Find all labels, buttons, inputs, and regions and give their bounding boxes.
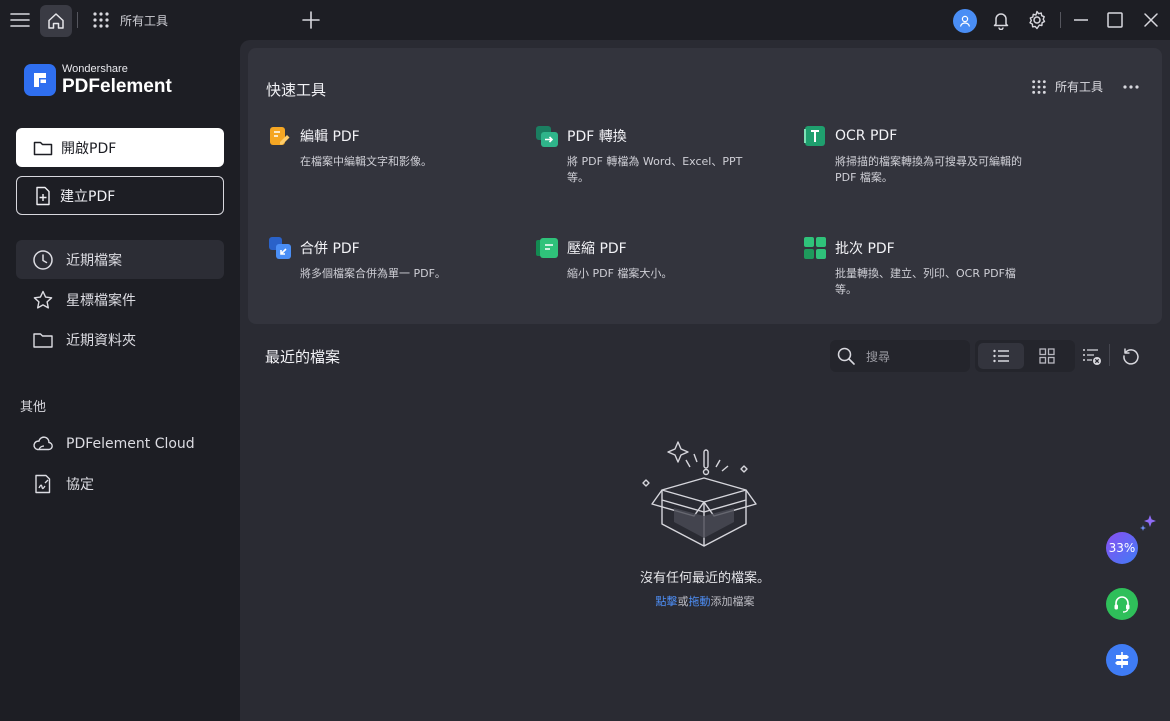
tool-convert-pdf[interactable]: PDF 轉換 將 PDF 轉檔為 Word、Excel、PPT 等。 [535,124,785,186]
tool-description: 將掃描的檔案轉換為可搜尋及可編輯的 PDF 檔案。 [835,155,1022,184]
close-icon[interactable] [1139,8,1163,32]
search-input[interactable]: 搜尋 [866,348,890,365]
tool-name: PDF 轉換 [567,129,627,145]
batch-pdf-icon [803,236,827,260]
ocr-pdf-icon [803,124,827,148]
maximize-icon[interactable] [1103,8,1127,32]
titlebar-divider [77,12,78,28]
search-box[interactable]: 搜尋 [830,340,970,372]
list-view-button[interactable] [978,343,1024,369]
tool-ocr-pdf[interactable]: OCR PDF 將掃描的檔案轉換為可搜尋及可編輯的 PDF 檔案。 [803,124,1053,186]
tool-compress-pdf[interactable]: 壓縮 PDF 縮小 PDF 檔案大小。 [535,236,785,282]
section-label-other: 其他 [20,400,47,415]
recent-files-title: 最近的檔案 [265,348,341,366]
grid-dots-icon [1032,79,1046,94]
agreement-icon [35,474,51,493]
edit-pdf-icon [268,124,292,148]
new-tab-plus-icon[interactable] [298,7,324,33]
cloud-icon [33,435,53,450]
empty-state-hint: 點擊或拖動添加檔案 [240,593,1170,609]
quick-tools-all-tools-button[interactable]: 所有工具 [1031,78,1103,95]
file-plus-icon [36,186,50,205]
tool-merge-pdf[interactable]: 合併 PDF 將多個檔案合併為單一 PDF。 [268,236,518,282]
tool-description: 縮小 PDF 檔案大小。 [567,267,673,280]
grid-view-icon [1039,348,1055,364]
tool-description: 將多個檔案合併為單一 PDF。 [300,267,446,280]
all-tools-tab-label: 所有工具 [120,13,169,28]
tool-edit-pdf[interactable]: 編輯 PDF 在檔案中編輯文字和影像。 [268,124,518,170]
sparkle-icon [1140,515,1156,531]
sidebar-item-label: 星標檔案件 [66,292,136,309]
merge-pdf-icon [268,236,292,260]
sidebar-item-starred[interactable]: 星標檔案件 [16,280,224,319]
folder-open-icon [33,141,53,155]
sidebar-item-label: 近期檔案 [66,252,122,269]
logo-brand-small: Wondershare [62,63,128,75]
headset-icon [1114,596,1130,613]
sidebar-item-label: PDFelement Cloud [66,435,195,452]
ai-assistant-label: 33% [1108,541,1136,555]
clear-list-icon[interactable] [1080,344,1104,368]
signpost-icon [1115,652,1129,668]
create-pdf-label: 建立PDF [60,188,116,205]
all-tools-tab[interactable]: 所有工具 [92,10,168,30]
hamburger-menu-icon[interactable] [8,8,32,32]
pdfelement-logo-icon [24,64,56,96]
tool-description: 批量轉換、建立、列印、OCR PDF檔等。 [835,267,1016,296]
sidebar-item-label: 近期資料夾 [66,332,136,349]
hint-rest-text: 添加檔案 [710,595,755,608]
sidebar-item-agreement[interactable]: 協定 [16,464,224,503]
quick-tools-panel: 快速工具 所有工具 編輯 PDF 在檔案中編輯文字和影像。 PDF 轉換 將 P… [248,48,1162,324]
folder-icon [33,332,53,348]
tool-batch-pdf[interactable]: 批次 PDF 批量轉換、建立、列印、OCR PDF檔等。 [803,236,1053,298]
tool-description: 在檔案中編輯文字和影像。 [300,155,432,168]
star-icon [33,290,53,309]
toolbar-divider [1109,344,1110,366]
clock-icon [33,249,53,270]
click-to-add-link[interactable]: 點擊 [656,595,678,608]
support-headset-button[interactable] [1106,588,1138,620]
open-pdf-label: 開啟PDF [61,140,117,157]
convert-pdf-icon [535,124,559,148]
main-content: 快速工具 所有工具 編輯 PDF 在檔案中編輯文字和影像。 PDF 轉換 將 P… [240,40,1170,721]
tool-description: 將 PDF 轉檔為 Word、Excel、PPT 等。 [567,155,743,184]
sidebar-item-label: 協定 [66,476,94,493]
compress-pdf-icon [535,236,559,260]
create-pdf-button[interactable]: 建立PDF [16,176,224,215]
home-icon[interactable] [40,5,72,37]
more-options-icon[interactable] [1120,76,1142,98]
hint-or-text: 或 [677,595,689,608]
quick-tools-title: 快速工具 [266,81,327,99]
ai-assistant-button[interactable]: 33% [1106,532,1138,564]
notification-bell-icon[interactable] [989,8,1013,32]
tool-name: OCR PDF [835,128,898,144]
all-tools-label: 所有工具 [1055,80,1104,94]
sidebar: Wondershare PDFelement 開啟PDF 建立PDF 近期檔案 … [0,40,240,721]
window-controls-divider [1060,12,1061,28]
tool-name: 壓縮 PDF [567,241,627,257]
signpost-button[interactable] [1106,644,1138,676]
tool-name: 編輯 PDF [300,129,360,145]
grid-view-button[interactable] [1024,343,1070,369]
empty-state-message: 沒有任何最近的檔案。 [639,571,770,586]
drag-to-add-link[interactable]: 拖動 [689,595,711,608]
sidebar-item-cloud[interactable]: PDFelement Cloud [16,424,224,463]
minimize-icon[interactable] [1069,8,1093,32]
settings-gear-icon[interactable] [1025,8,1049,32]
app-logo: Wondershare PDFelement [24,64,172,96]
empty-box-illustration [638,438,758,548]
view-mode-toggle [975,340,1075,372]
sidebar-item-recent-folders[interactable]: 近期資料夾 [16,320,224,359]
search-icon [837,347,855,365]
refresh-icon[interactable] [1119,344,1143,368]
tool-name: 批次 PDF [835,241,895,257]
user-avatar-icon[interactable] [953,9,977,33]
logo-brand-big: PDFelement [62,76,172,97]
title-bar: 所有工具 [0,0,1170,40]
open-pdf-button[interactable]: 開啟PDF [16,128,224,167]
tool-name: 合併 PDF [300,241,360,257]
grid-dots-icon [93,12,109,28]
sidebar-item-recent-files[interactable]: 近期檔案 [16,240,224,279]
list-view-icon [993,349,1009,363]
